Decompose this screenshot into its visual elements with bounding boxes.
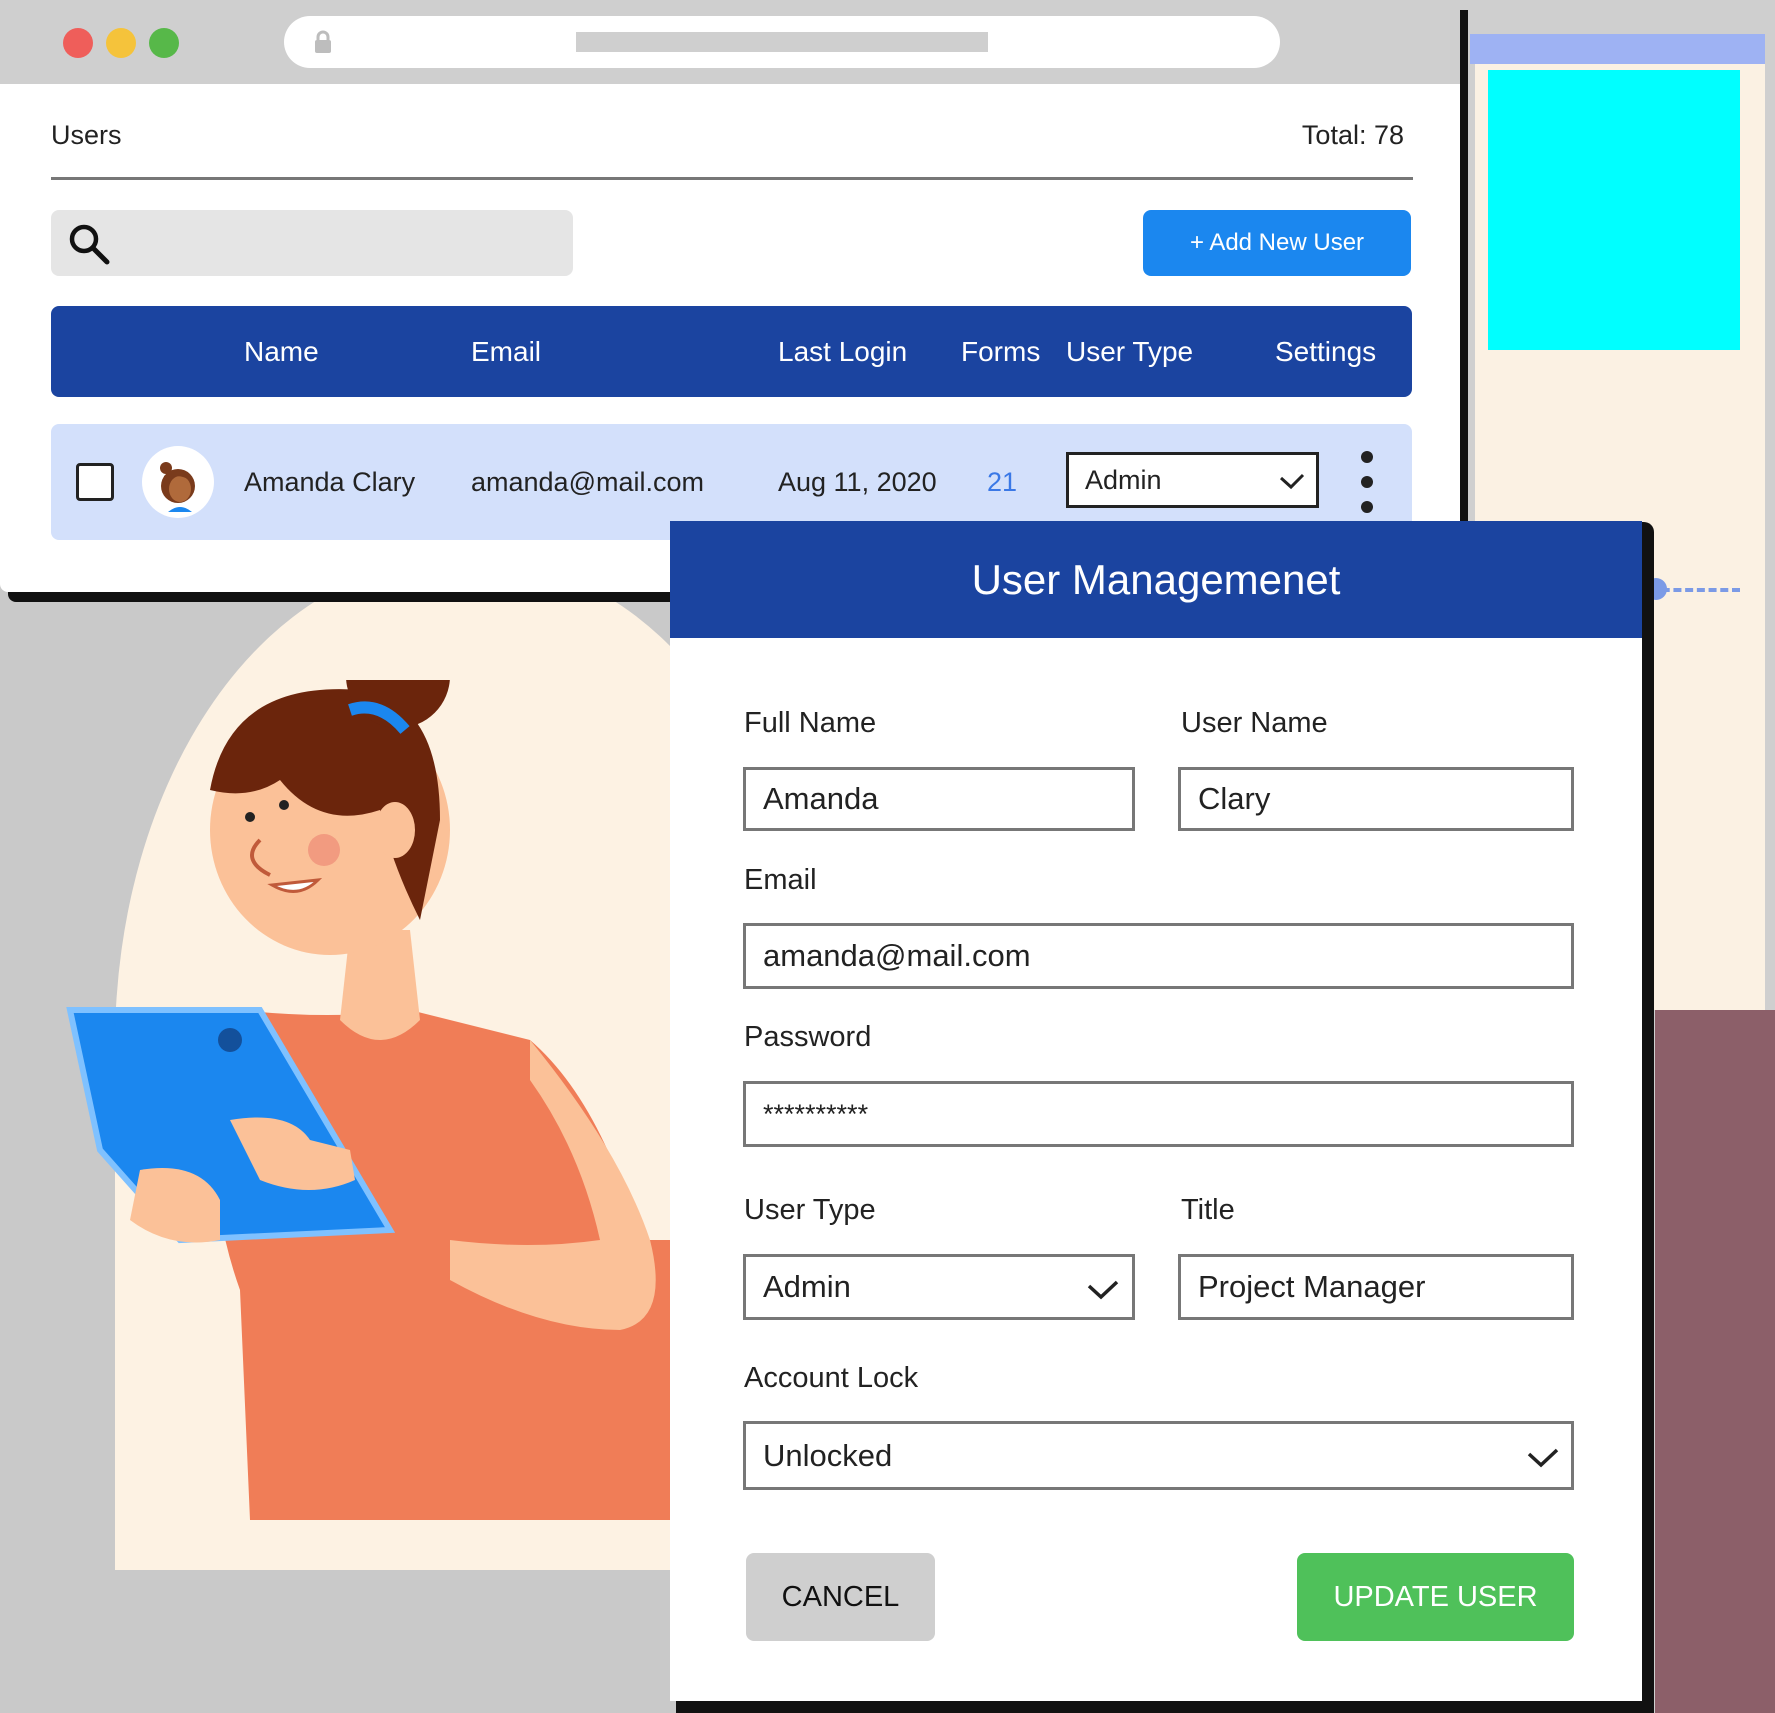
user-name-value: Clary — [1198, 781, 1271, 816]
minimize-dot-icon[interactable] — [106, 28, 136, 58]
url-text-placeholder — [576, 32, 988, 52]
browser-window: Users Total: 78 + Add New User Name Emai… — [0, 0, 1460, 592]
background-mauve-block — [1655, 1010, 1775, 1713]
background-blue-strip — [1470, 34, 1765, 64]
add-new-user-button[interactable]: + Add New User — [1143, 210, 1411, 276]
background-cyan-block — [1488, 70, 1740, 350]
update-user-button[interactable]: UPDATE USER — [1297, 1553, 1574, 1641]
column-header-last-login[interactable]: Last Login — [778, 306, 907, 397]
cancel-button[interactable]: CANCEL — [746, 1553, 935, 1641]
row-name: Amanda Clary — [244, 467, 416, 497]
user-type-value: Admin — [763, 1269, 851, 1304]
modal-header: User Managemenet — [670, 521, 1642, 638]
close-dot-icon[interactable] — [63, 28, 93, 58]
chevron-down-icon — [1279, 473, 1305, 490]
address-bar[interactable] — [284, 16, 1280, 68]
column-header-forms[interactable]: Forms — [961, 306, 1040, 397]
user-management-modal: User Managemenet Full Name User Name Ama… — [670, 521, 1642, 1701]
account-lock-value: Unlocked — [763, 1438, 893, 1473]
password-value: ********** — [763, 1099, 869, 1129]
row-user-type-select[interactable]: Admin — [1066, 452, 1319, 508]
browser-titlebar — [0, 0, 1460, 84]
user-name-field[interactable]: Clary — [1178, 767, 1574, 831]
kebab-menu-icon[interactable] — [1360, 450, 1374, 514]
title-value: Project Manager — [1198, 1269, 1426, 1304]
title-divider — [51, 177, 1413, 180]
full-name-value: Amanda — [763, 781, 879, 816]
email-label: Email — [744, 864, 817, 896]
users-table-header: Name Email Last Login Forms User Type Se… — [51, 306, 1412, 397]
chevron-down-icon — [1527, 1448, 1559, 1468]
page-title: Users — [51, 120, 122, 150]
column-header-email[interactable]: Email — [471, 306, 541, 397]
account-lock-label: Account Lock — [744, 1362, 919, 1394]
email-field[interactable]: amanda@mail.com — [743, 923, 1574, 989]
search-icon — [69, 224, 110, 265]
column-header-settings[interactable]: Settings — [1275, 306, 1376, 397]
row-user-type-value: Admin — [1085, 465, 1162, 495]
modal-title: User Managemenet — [971, 556, 1341, 603]
column-header-user-type[interactable]: User Type — [1066, 306, 1193, 397]
search-input[interactable] — [51, 210, 573, 276]
user-type-label: User Type — [744, 1194, 876, 1226]
full-name-field[interactable]: Amanda — [743, 767, 1135, 831]
user-name-label: User Name — [1181, 707, 1328, 739]
chevron-down-icon — [1087, 1280, 1119, 1300]
lock-icon — [315, 30, 331, 53]
title-field[interactable]: Project Manager — [1178, 1254, 1574, 1320]
email-value: amanda@mail.com — [763, 938, 1031, 973]
password-label: Password — [744, 1021, 872, 1053]
total-count: Total: 78 — [1301, 120, 1404, 150]
woman-with-tablet-illustration — [66, 680, 710, 1520]
column-header-name[interactable]: Name — [244, 306, 319, 397]
account-lock-select[interactable]: Unlocked — [743, 1421, 1574, 1490]
title-label: Title — [1181, 1194, 1235, 1226]
full-name-label: Full Name — [744, 707, 877, 739]
user-type-select[interactable]: Admin — [743, 1254, 1135, 1320]
maximize-dot-icon[interactable] — [149, 28, 179, 58]
avatar — [142, 446, 214, 518]
password-field[interactable]: ********** — [743, 1081, 1574, 1147]
row-checkbox[interactable] — [76, 463, 114, 501]
